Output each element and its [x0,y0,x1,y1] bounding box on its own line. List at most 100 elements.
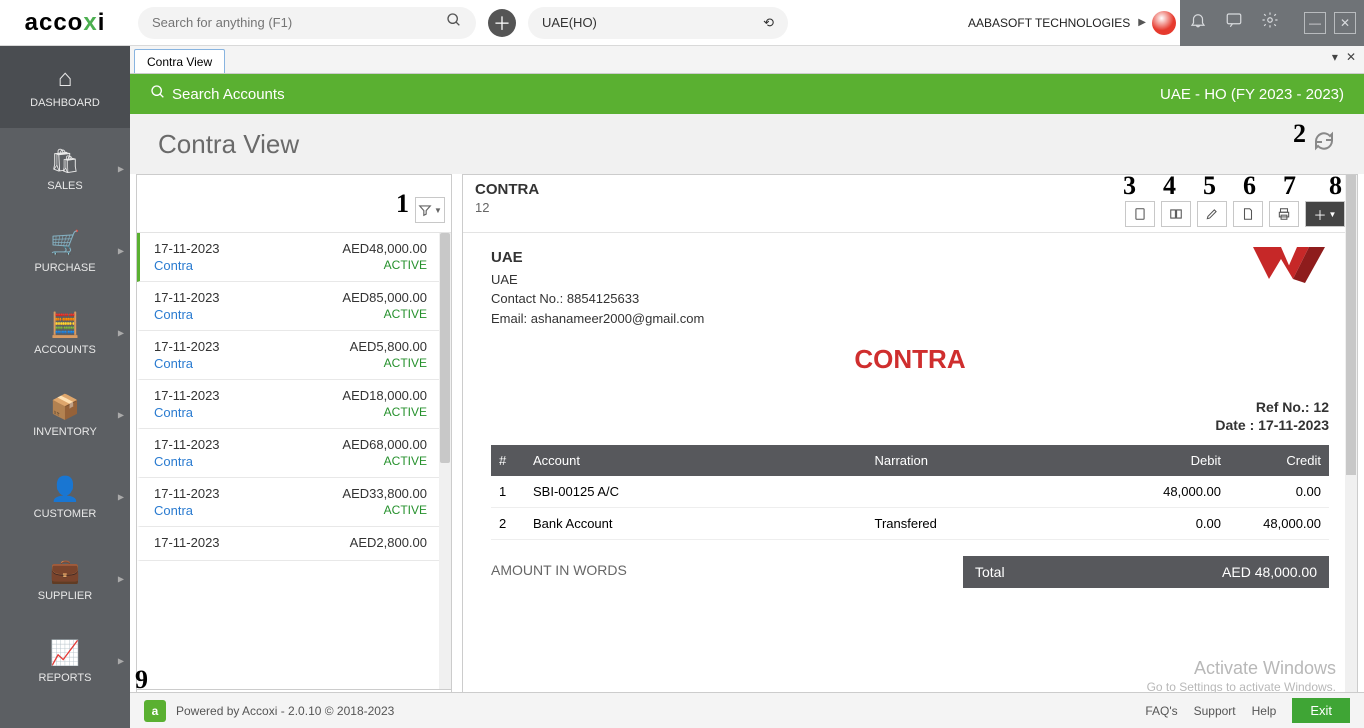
list-item[interactable]: 17-11-2023AED68,000.00ContraACTIVE [137,429,439,478]
context-bar: Search Accounts UAE - HO (FY 2023 - 2023… [130,74,1364,114]
journal-button[interactable] [1161,201,1191,227]
help-link[interactable]: Help [1252,704,1277,718]
sidebar-label: REPORTS [39,672,92,684]
detail-number: 12 [475,200,539,215]
app-header: accoxi ＋ UAE(HO) ⟲ AABASOFT TECHNOLOGIES… [0,0,1364,46]
scrollbar[interactable] [439,233,451,689]
search-icon[interactable] [150,84,166,104]
bell-icon[interactable] [1188,11,1208,34]
tab-dropdown-icon[interactable]: ▾ [1332,50,1338,64]
support-link[interactable]: Support [1194,704,1236,718]
avatar[interactable] [1152,11,1176,35]
sidebar-item-inventory[interactable]: 📦 INVENTORY ▶ [0,374,130,456]
scroll-thumb[interactable] [440,233,450,463]
company-block: UAE UAE Contact No.: 8854125633 Email: a… [491,247,1329,328]
sidebar-item-supplier[interactable]: 💼 SUPPLIER ▶ [0,538,130,620]
header-toolbar: — ✕ [1180,0,1364,46]
ref-block: Ref No.: 12 Date : 17-11-2023 [491,399,1329,433]
annotation-7: 7 [1283,171,1296,201]
total-box: Total AED 48,000.00 [963,556,1329,588]
list-item[interactable]: 17-11-2023AED33,800.00ContraACTIVE [137,478,439,527]
bag-icon: 🛍 [50,147,80,176]
list-item[interactable]: 17-11-2023AED48,000.00ContraACTIVE [137,233,439,282]
tab-bar: Contra View ▾ ✕ [130,46,1364,74]
search-icon[interactable] [446,12,462,33]
amount-in-words-label: AMOUNT IN WORDS [491,556,963,588]
add-button[interactable]: ＋ [488,9,516,37]
list-header: 1 ▼ [137,175,451,233]
table-row: 2Bank AccountTransfered0.0048,000.00 [491,508,1329,540]
entries-table: # Account Narration Debit Credit 1SBI-00… [491,445,1329,540]
sidebar-item-accounts[interactable]: 🧮 ACCOUNTS ▶ [0,292,130,374]
sidebar: ⌂ DASHBOARD 🛍 SALES ▶ 🛒 PURCHASE ▶ 🧮 ACC… [0,46,130,728]
edit-button[interactable] [1197,201,1227,227]
filter-button[interactable]: ▼ [415,197,445,223]
pdf-button[interactable] [1233,201,1263,227]
sidebar-item-purchase[interactable]: 🛒 PURCHASE ▶ [0,210,130,292]
global-search[interactable] [138,7,476,39]
sidebar-item-dashboard[interactable]: ⌂ DASHBOARD [0,46,130,128]
list-item[interactable]: 17-11-2023AED85,000.00ContraACTIVE [137,282,439,331]
chevron-right-icon: ▶ [118,329,124,338]
home-icon: ⌂ [58,65,73,93]
sidebar-item-sales[interactable]: 🛍 SALES ▶ [0,128,130,210]
ref-number: 12 [1313,399,1329,415]
refresh-button[interactable]: 2 [1312,129,1336,159]
tab-contra-view[interactable]: Contra View [134,49,225,73]
chat-icon[interactable] [1224,11,1244,34]
company-name[interactable]: AABASOFT TECHNOLOGIES [968,16,1130,30]
annotation-2: 2 [1293,119,1306,149]
sidebar-item-customer[interactable]: 👤 CUSTOMER ▶ [0,456,130,538]
print-button[interactable] [1269,201,1299,227]
list-item[interactable]: 17-11-2023AED5,800.00ContraACTIVE [137,331,439,380]
list-item[interactable]: 17-11-2023AED18,000.00ContraACTIVE [137,380,439,429]
chevron-right-icon: ▶ [118,657,124,666]
branch-selector[interactable]: UAE(HO) ⟲ [528,7,788,39]
list-item[interactable]: 17-11-2023AED2,800.00 [137,527,439,561]
company-title: UAE [491,247,1329,270]
app-logo: accoxi [0,0,130,46]
attachment-button[interactable] [1125,201,1155,227]
add-new-button[interactable]: ＋ ▼ [1305,201,1345,227]
context-label: UAE - HO (FY 2023 - 2023) [1160,86,1344,103]
search-input[interactable] [152,15,446,30]
col-debit: Debit [1129,445,1229,476]
ref-date: 17-11-2023 [1258,417,1329,433]
main-area: Contra View ▾ ✕ Search Accounts UAE - HO… [130,46,1364,728]
col-narration: Narration [867,445,1129,476]
sidebar-label: PURCHASE [34,262,95,274]
annotation-4: 4 [1163,171,1176,201]
faqs-link[interactable]: FAQ's [1145,704,1177,718]
annotation-3: 3 [1123,171,1136,201]
gear-icon[interactable] [1260,11,1280,34]
sidebar-label: CUSTOMER [34,508,97,520]
cart-icon: 🛒 [50,229,80,258]
close-button[interactable]: ✕ [1334,12,1356,34]
chevron-right-icon: ▶ [1138,17,1146,28]
footer-logo: a [144,700,166,722]
detail-header: CONTRA 12 3 4 5 6 7 8 [463,175,1357,233]
total-label: Total [975,564,1005,580]
page-title-row: Contra View 2 [130,114,1364,174]
sidebar-item-reports[interactable]: 📈 REPORTS ▶ [0,620,130,702]
chevron-right-icon: ▶ [118,575,124,584]
sidebar-label: DASHBOARD [30,97,100,109]
annotation-5: 5 [1203,171,1216,201]
scroll-thumb[interactable] [1346,175,1356,475]
scrollbar[interactable] [1345,175,1357,721]
search-accounts-link[interactable]: Search Accounts [172,86,285,103]
total-value: AED 48,000.00 [1222,564,1317,580]
chevron-down-icon: ▼ [434,206,442,215]
annotation-1: 1 [396,189,409,219]
sync-icon[interactable]: ⟲ [763,15,774,31]
detail-panel: CONTRA 12 3 4 5 6 7 8 [462,174,1358,722]
annotation-8: 8 [1329,171,1342,201]
powered-by: Powered by Accoxi - 2.0.10 © 2018-2023 [176,704,394,718]
detail-body: UAE UAE Contact No.: 8854125633 Email: a… [463,233,1357,721]
list-scroll[interactable]: 17-11-2023AED48,000.00ContraACTIVE17-11-… [137,233,439,689]
tab-close-icon[interactable]: ✕ [1346,50,1356,64]
exit-button[interactable]: Exit [1292,698,1350,723]
company-email: ashanameer2000@gmail.com [531,311,705,326]
page-title: Contra View [158,129,299,160]
minimize-button[interactable]: — [1304,12,1326,34]
